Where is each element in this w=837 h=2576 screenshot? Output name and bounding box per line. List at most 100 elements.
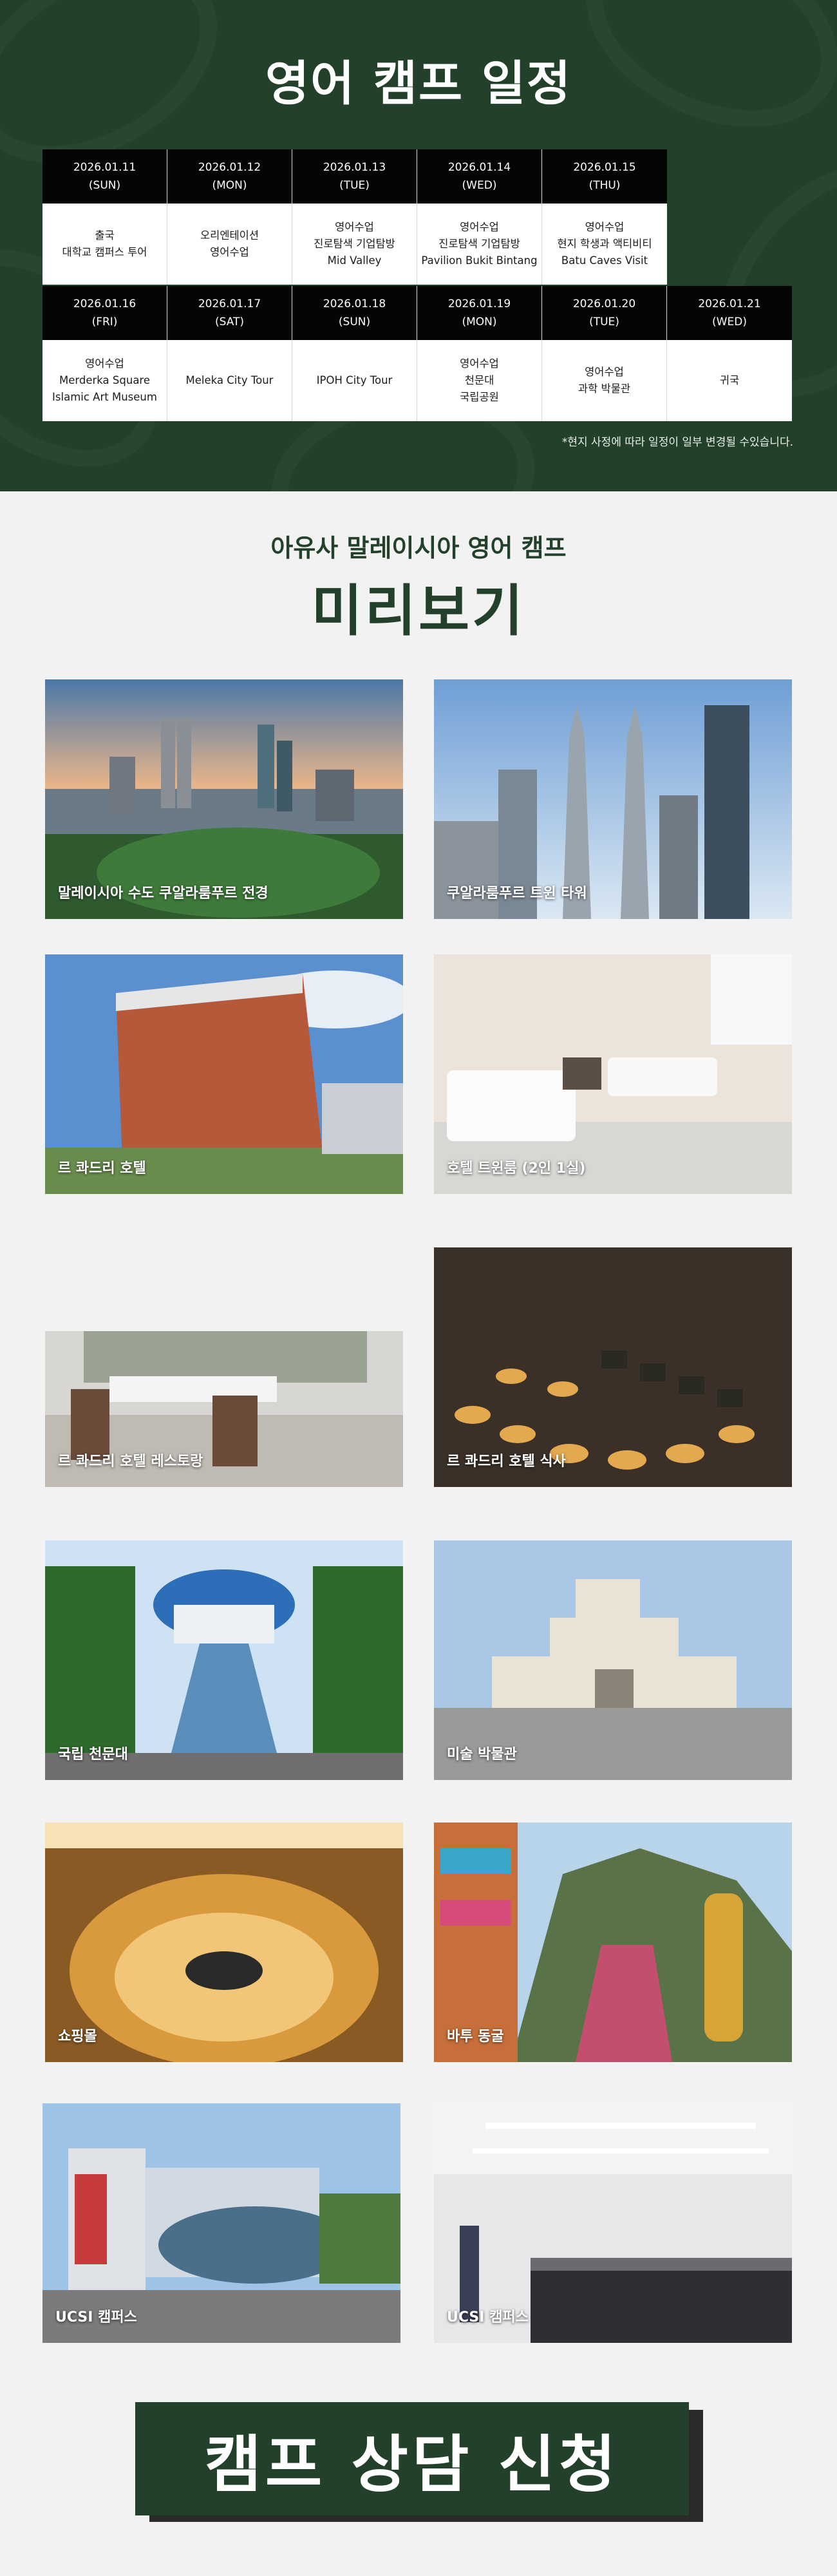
schedule-day-cell: 2026.01.15 (THU) 영어수업현지 학생과 액티비티 Batu Caves… bbox=[542, 149, 667, 285]
schedule-weekday: (TUE) bbox=[589, 316, 619, 328]
preview-subtitle: 아유사 말레이시아 영어 캠프 bbox=[270, 534, 567, 562]
schedule-activity-line: 진로탐색 기업탐방 bbox=[314, 238, 395, 250]
photo-ucsi-campus-classroom: UCSI 캠퍼스 bbox=[434, 2103, 792, 2343]
consultation-request-button[interactable]: 캠프 상담 신청 bbox=[135, 2402, 689, 2515]
photo-restaurant: 르 콰드리 호텔 레스토랑 bbox=[45, 1247, 403, 1487]
schedule-date: 2026.01.21 bbox=[698, 298, 761, 310]
schedule-weekday: (WED) bbox=[462, 179, 497, 192]
photo-shopping-mall: 쇼핑몰 bbox=[45, 1823, 403, 2062]
schedule-activity-line: 영어수업 bbox=[585, 366, 624, 378]
schedule-activities: 영어수업진로탐색 기업탐방 Mid Valley bbox=[292, 204, 417, 285]
schedule-activity-line: 오리엔테이션 bbox=[200, 229, 259, 242]
schedule-activities: 오리엔테이션영어수업 bbox=[167, 204, 292, 285]
schedule-activities: 영어수업진로탐색 기업탐방 Pavilion Bukit Bintang bbox=[417, 204, 541, 285]
schedule-date: 2026.01.17 bbox=[198, 298, 261, 310]
schedule-date: 2026.01.20 bbox=[572, 298, 636, 310]
schedule-day-header: 2026.01.16 (FRI) bbox=[42, 286, 167, 340]
schedule-day-header: 2026.01.14 (WED) bbox=[417, 149, 541, 204]
schedule-activity-line: 천문대 bbox=[464, 374, 494, 386]
schedule-day-header: 2026.01.13 (TUE) bbox=[292, 149, 417, 204]
schedule-activity-line: 영어수업 bbox=[210, 246, 249, 258]
schedule-note: *현지 사정에 따라 일정이 일부 변경될 수있습니다. bbox=[561, 436, 793, 449]
photo-art-museum: 미술 박물관 bbox=[434, 1540, 792, 1780]
schedule-activity-line: 영어수업 bbox=[85, 357, 124, 370]
schedule-day-cell: 2026.01.14 (WED) 영어수업진로탐색 기업탐방 Pavilion Buk… bbox=[417, 149, 542, 285]
schedule-activity-line: 귀국 bbox=[719, 374, 740, 386]
schedule-activity-line: 대학교 캠퍼스 투어 bbox=[62, 246, 147, 258]
schedule-activity-line: 출국 bbox=[95, 229, 115, 242]
photo-twin-towers: 쿠알라룸푸르 트윈 타워 bbox=[434, 679, 792, 919]
schedule-activity-line: 영어수업 bbox=[335, 221, 374, 233]
schedule-date: 2026.01.12 bbox=[198, 161, 261, 174]
schedule-activity-line: 진로탐색 기업탐방 bbox=[438, 238, 520, 250]
schedule-activities: 영어수업 Merderka Square Islamic Art Museum bbox=[42, 340, 167, 421]
schedule-activities: 영어수업현지 학생과 액티비티 Batu Caves Visit bbox=[542, 204, 667, 285]
photo-ucsi-campus-exterior: UCSI 캠퍼스 bbox=[42, 2103, 400, 2343]
schedule-activity-line: Pavilion Bukit Bintang bbox=[421, 254, 538, 267]
schedule-day-cell: 2026.01.16 (FRI) 영어수업 Merderka Square Islami… bbox=[42, 286, 167, 421]
schedule-date: 2026.01.13 bbox=[323, 161, 386, 174]
schedule-activity-line: 국립공원 bbox=[460, 391, 499, 403]
preview-title: 미리보기 bbox=[311, 579, 526, 643]
photo-hotel-meal: 르 콰드리 호텔 식사 bbox=[434, 1247, 792, 1487]
photo-batu-caves: 바투 동굴 bbox=[434, 1823, 792, 2062]
photo-caption: 국립 천문대 bbox=[58, 1747, 128, 1763]
photo-caption: 르 콰드리 호텔 식사 bbox=[447, 1454, 566, 1470]
schedule-weekday: (WED) bbox=[712, 316, 747, 328]
schedule-activity-line: 영어수업 bbox=[460, 221, 499, 233]
photo-observatory: 국립 천문대 bbox=[45, 1540, 403, 1780]
schedule-activity-line: 영어수업 bbox=[585, 221, 625, 233]
schedule-date: 2026.01.11 bbox=[73, 161, 136, 174]
schedule-weekday: (SAT) bbox=[214, 316, 245, 328]
schedule-week-2: 2026.01.16 (FRI) 영어수업 Merderka Square Islami… bbox=[42, 286, 792, 421]
photo-caption: 호텔 트윈룸 (2인 1실) bbox=[447, 1160, 586, 1177]
schedule-day-header: 2026.01.20 (TUE) bbox=[542, 286, 666, 340]
schedule-section: 영어 캠프 일정 2026.01.11 (SUN) 출국 대학교 캠퍼스 투어 2026… bbox=[0, 0, 837, 491]
schedule-activity-line: Mid Valley bbox=[327, 254, 382, 267]
photo-caption: 르 콰드리 호텔 bbox=[58, 1160, 146, 1177]
schedule-weekday: (SUN) bbox=[338, 316, 371, 328]
photo-caption: 말레이시아 수도 쿠알라룸푸르 전경 bbox=[58, 886, 268, 902]
photo-caption: 바투 동굴 bbox=[447, 2029, 504, 2045]
schedule-date: 2026.01.18 bbox=[323, 298, 386, 310]
schedule-day-header: 2026.01.17 (SAT) bbox=[167, 286, 292, 340]
schedule-day-cell: 2026.01.19 (MON) 영어수업천문대국립공원 bbox=[417, 286, 542, 421]
schedule-activities: 영어수업천문대국립공원 bbox=[417, 340, 541, 421]
schedule-day-cell: 2026.01.12 (MON) 오리엔테이션영어수업 bbox=[167, 149, 292, 285]
schedule-date: 2026.01.14 bbox=[447, 161, 511, 174]
photo-hotel: 르 콰드리 호텔 bbox=[45, 954, 403, 1194]
photo-caption: UCSI 캠퍼스 bbox=[447, 2309, 529, 2325]
schedule-activity-line: 현지 학생과 액티비티 bbox=[557, 238, 652, 250]
schedule-day-cell: 2026.01.21 (WED) 귀국 bbox=[667, 286, 792, 421]
schedule-weekday: (MON) bbox=[212, 179, 247, 192]
schedule-activity-line: Islamic Art Museum bbox=[52, 391, 157, 403]
schedule-day-header: 2026.01.12 (MON) bbox=[167, 149, 292, 204]
photo-caption: 쇼핑몰 bbox=[58, 2029, 97, 2045]
schedule-activity-line: 영어수업 bbox=[460, 357, 499, 370]
photo-twin-room: 호텔 트윈룸 (2인 1실) bbox=[434, 954, 792, 1194]
photo-caption: UCSI 캠퍼스 bbox=[55, 2309, 137, 2325]
schedule-day-header: 2026.01.18 (SUN) bbox=[292, 286, 417, 340]
schedule-weekday: (THU) bbox=[588, 179, 621, 192]
schedule-date: 2026.01.16 bbox=[73, 298, 136, 310]
photo-kl-skyline: 말레이시아 수도 쿠알라룸푸르 전경 bbox=[45, 679, 403, 919]
schedule-day-cell: 2026.01.17 (SAT) Meleka City Tour bbox=[167, 286, 292, 421]
schedule-day-cell: 2026.01.11 (SUN) 출국대학교 캠퍼스 투어 bbox=[42, 149, 167, 285]
schedule-day-header: 2026.01.11 (SUN) bbox=[42, 149, 167, 204]
schedule-weekday: (FRI) bbox=[91, 316, 118, 328]
schedule-day-header: 2026.01.15 (THU) bbox=[542, 149, 667, 204]
schedule-day-cell: 2026.01.18 (SUN) IPOH City Tour bbox=[292, 286, 417, 421]
schedule-activity-line: Batu Caves Visit bbox=[561, 254, 648, 267]
schedule-weekday: (TUE) bbox=[339, 179, 370, 192]
schedule-activity-line: Merderka Square bbox=[59, 374, 150, 386]
schedule-date: 2026.01.19 bbox=[447, 298, 511, 310]
schedule-title: 영어 캠프 일정 bbox=[265, 56, 572, 111]
schedule-date: 2026.01.15 bbox=[573, 161, 636, 174]
schedule-week-1: 2026.01.11 (SUN) 출국대학교 캠퍼스 투어 2026.01.12 (MO… bbox=[42, 149, 667, 285]
schedule-weekday: (SUN) bbox=[88, 179, 121, 192]
schedule-day-cell: 2026.01.13 (TUE) 영어수업진로탐색 기업탐방 Mid Valley bbox=[292, 149, 417, 285]
schedule-activities: 출국대학교 캠퍼스 투어 bbox=[42, 204, 167, 285]
schedule-activities: IPOH City Tour bbox=[292, 340, 417, 421]
photo-caption: 미술 박물관 bbox=[447, 1747, 517, 1763]
schedule-weekday: (MON) bbox=[462, 316, 497, 328]
